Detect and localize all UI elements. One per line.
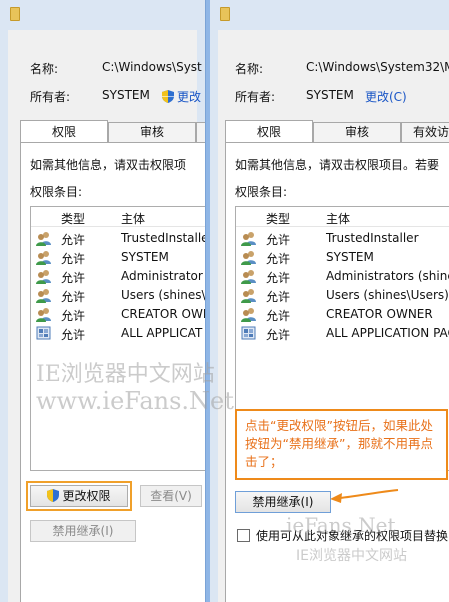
user-group-icon: [36, 232, 51, 246]
user-group-icon: [241, 232, 256, 246]
change-permissions-button[interactable]: 更改权限: [30, 485, 128, 507]
tab-effective-access[interactable]: [196, 122, 205, 142]
list-header: 类型 主体: [236, 207, 449, 227]
uac-shield-icon: [47, 489, 60, 502]
name-label: 名称:: [235, 62, 264, 76]
row-principal: ALL APPLICATION PAC: [326, 326, 449, 340]
row-type: 允许: [61, 233, 86, 247]
watermark-cn: IE浏览器中文网站: [36, 362, 215, 387]
table-row[interactable]: 允许 Users (shines\: [31, 286, 205, 305]
left-titlebar: [0, 0, 205, 30]
row-principal: Administrator: [121, 269, 203, 283]
table-row[interactable]: 允许 TrustedInstaller: [31, 229, 205, 248]
row-type: 允许: [61, 271, 86, 285]
tab-auditing[interactable]: 审核: [108, 122, 196, 142]
watermark-site: ieFans.Net: [286, 513, 396, 537]
owner-value: SYSTEM: [306, 88, 354, 102]
row-principal: SYSTEM: [121, 250, 169, 264]
row-principal: ALL APPLICAT: [121, 326, 203, 340]
view-button[interactable]: 查看(V): [140, 485, 202, 507]
tab-permissions[interactable]: 权限: [20, 120, 108, 142]
replace-permissions-checkbox[interactable]: [237, 529, 250, 542]
left-tab-strip: 权限 审核: [20, 120, 205, 142]
change-owner-link[interactable]: 更改: [162, 88, 201, 105]
table-row[interactable]: 允许 Users (shines\Users): [236, 286, 449, 305]
name-value: C:\Windows\Syst: [102, 60, 202, 74]
app-package-icon: [36, 326, 51, 340]
row-type: 允许: [266, 233, 291, 247]
row-type: 允许: [61, 252, 86, 266]
change-permissions-label: 更改权限: [62, 489, 111, 503]
permission-entries-list[interactable]: 类型 主体 允许 TrustedInstaller 允许 SYSTEM 允许 Admini…: [30, 206, 205, 471]
table-row[interactable]: 允许 Administrator: [31, 267, 205, 286]
owner-label: 所有者:: [235, 90, 276, 104]
row-type: 允许: [266, 328, 291, 342]
instruction-callout: 点击“更改权限”按钮后，如果此处按钮为“禁用继承”，那就不用再点击了；: [235, 409, 448, 480]
row-principal: TrustedInstaller: [121, 231, 206, 245]
user-group-icon: [36, 251, 51, 265]
row-principal: Users (shines\Users): [326, 288, 449, 302]
right-tab-strip: 权限 审核 有效访: [225, 120, 449, 142]
user-group-icon: [241, 270, 256, 284]
row-type: 允许: [266, 271, 291, 285]
row-principal: CREATOR OWNER: [326, 307, 433, 321]
column-type[interactable]: 类型: [266, 210, 290, 227]
row-type: 允许: [61, 290, 86, 304]
row-principal: Administrators (shines: [326, 269, 449, 283]
row-principal: CREATOR OWN: [121, 307, 206, 321]
row-type: 允许: [266, 290, 291, 304]
watermark-url: www.ieFans.Net: [36, 387, 234, 415]
table-row[interactable]: 允许 CREATOR OWN: [31, 305, 205, 324]
disable-inheritance-button[interactable]: 禁用继承(I): [235, 491, 331, 513]
entries-label: 权限条目:: [235, 185, 288, 199]
user-group-icon: [241, 289, 256, 303]
table-row[interactable]: 允许 TrustedInstaller: [236, 229, 449, 248]
column-principal[interactable]: 主体: [326, 210, 350, 227]
table-row[interactable]: 允许 CREATOR OWNER: [236, 305, 449, 324]
info-text: 如需其他信息，请双击权限项: [30, 158, 187, 172]
watermark-cn-small: IE浏览器中文网站: [296, 548, 407, 564]
row-type: 允许: [61, 328, 86, 342]
change-owner-link[interactable]: 更改(C): [365, 88, 407, 105]
disable-inheritance-button-left[interactable]: 禁用继承(I): [30, 520, 136, 542]
left-security-dialog: 名称: C:\Windows\Syst 所有者: SYSTEM 更改 权限 审核…: [0, 0, 206, 602]
column-principal[interactable]: 主体: [121, 210, 145, 227]
tab-permissions[interactable]: 权限: [225, 120, 313, 142]
row-type: 允许: [266, 309, 291, 323]
right-security-dialog: 名称: C:\Windows\System32\M 所有者: SYSTEM 更改…: [206, 0, 449, 602]
user-group-icon: [241, 251, 256, 265]
right-titlebar: [210, 0, 449, 30]
table-row[interactable]: 允许 ALL APPLICATION PAC: [236, 324, 449, 343]
left-dialog-body: 名称: C:\Windows\Syst 所有者: SYSTEM 更改 权限 审核…: [0, 30, 205, 602]
table-row[interactable]: 允许 SYSTEM: [236, 248, 449, 267]
row-principal: SYSTEM: [326, 250, 374, 264]
app-package-icon: [241, 326, 256, 340]
table-row[interactable]: 允许 SYSTEM: [31, 248, 205, 267]
folder-icon: [10, 7, 20, 21]
owner-value: SYSTEM: [102, 88, 150, 102]
row-principal: TrustedInstaller: [326, 231, 419, 245]
owner-label: 所有者:: [30, 90, 71, 104]
tab-effective-access[interactable]: 有效访: [401, 122, 449, 142]
info-text: 如需其他信息，请双击权限项目。若要: [235, 158, 440, 172]
column-type[interactable]: 类型: [61, 210, 85, 227]
arrow-left-icon: [330, 489, 399, 503]
folder-icon: [220, 7, 230, 21]
change-owner-link-text: 更改: [177, 90, 202, 104]
tab-auditing[interactable]: 审核: [313, 122, 401, 142]
table-row[interactable]: 允许 ALL APPLICAT: [31, 324, 205, 343]
user-group-icon: [36, 308, 51, 322]
user-group-icon: [241, 308, 256, 322]
user-group-icon: [36, 270, 51, 284]
row-principal: Users (shines\: [121, 288, 206, 302]
row-type: 允许: [61, 309, 86, 323]
list-header: 类型 主体: [31, 207, 205, 227]
entries-label: 权限条目:: [30, 185, 83, 199]
user-group-icon: [36, 289, 51, 303]
row-type: 允许: [266, 252, 291, 266]
table-row[interactable]: 允许 Administrators (shines: [236, 267, 449, 286]
name-label: 名称:: [30, 62, 59, 76]
name-value: C:\Windows\System32\M: [306, 60, 449, 74]
uac-shield-icon: [162, 90, 174, 103]
